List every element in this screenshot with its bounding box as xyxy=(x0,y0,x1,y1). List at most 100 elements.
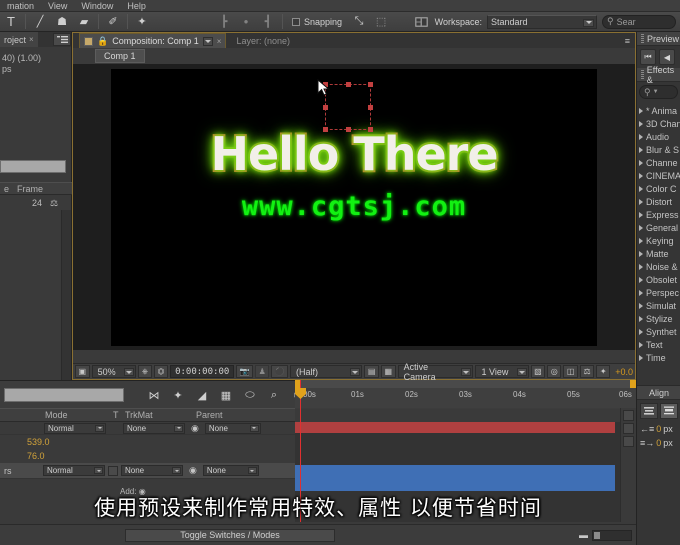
effects-category-item[interactable]: Matte xyxy=(637,247,680,260)
effects-category-item[interactable]: Blur & S xyxy=(637,143,680,156)
composition-canvas[interactable]: Hello There www.cgtsj.com xyxy=(111,68,597,346)
menu-item-help[interactable]: Help xyxy=(120,0,153,12)
snapping-toggle[interactable]: Snapping xyxy=(286,17,348,27)
panel-menu-button[interactable] xyxy=(53,33,71,46)
exposure-reset-button[interactable]: ✦ xyxy=(596,365,611,378)
layer-track-bar[interactable] xyxy=(295,422,615,433)
chevron-down-icon[interactable] xyxy=(202,36,213,46)
grid-guides-button[interactable]: ⎈ xyxy=(137,365,152,378)
camera-select[interactable]: Active Camera xyxy=(397,362,474,382)
resize-handle[interactable] xyxy=(346,81,351,87)
tab-project[interactable]: roject × xyxy=(0,32,38,47)
parent-pickwhip-icon[interactable]: ◉ xyxy=(188,423,202,434)
align-right-icon[interactable]: ┫ xyxy=(257,12,279,31)
scale-icon[interactable]: ⤡ xyxy=(348,12,370,31)
effects-category-item[interactable]: Stylize xyxy=(637,312,680,325)
disclosure-triangle-icon[interactable] xyxy=(639,224,643,231)
effects-category-item[interactable]: Channe xyxy=(637,156,680,169)
disclosure-triangle-icon[interactable] xyxy=(639,146,643,153)
column-frame[interactable]: Frame xyxy=(13,184,47,194)
chevron-down-icon[interactable] xyxy=(249,424,259,432)
transparency-grid-button[interactable]: ▤ xyxy=(364,365,379,378)
effects-category-item[interactable]: Time xyxy=(637,351,680,364)
effects-category-item[interactable]: Keying xyxy=(637,234,680,247)
effects-category-item[interactable]: Distort xyxy=(637,195,680,208)
graph-editor-icon[interactable]: ◢ xyxy=(192,385,212,405)
distribute-vertical-button[interactable] xyxy=(660,403,678,419)
property-row[interactable]: 539.0 xyxy=(0,435,295,449)
puppet-pin-tool-icon[interactable]: ✦ xyxy=(131,12,153,31)
chevron-down-icon[interactable] xyxy=(172,467,181,474)
work-area-end-handle[interactable] xyxy=(630,380,636,388)
disclosure-triangle-icon[interactable] xyxy=(639,289,643,296)
fast-preview-button[interactable]: ◎ xyxy=(547,365,562,378)
align-x-value[interactable]: 0 xyxy=(656,424,661,434)
property-value[interactable]: 539.0 xyxy=(2,437,50,447)
resize-handle[interactable] xyxy=(368,81,373,87)
show-snapshot-button[interactable]: ♟ xyxy=(255,365,270,378)
disclosure-triangle-icon[interactable] xyxy=(639,302,643,309)
composition-panel-menu[interactable]: ≡ xyxy=(625,36,635,46)
layer-trkmat-select[interactable]: None xyxy=(123,422,185,434)
table-row[interactable]: Normal None ◉ None xyxy=(0,422,295,435)
project-scrollbar[interactable] xyxy=(61,210,71,400)
chevron-down-icon[interactable] xyxy=(174,424,183,432)
roto-brush-tool-icon[interactable]: ✐ xyxy=(102,12,124,31)
effects-category-item[interactable]: Color C xyxy=(637,182,680,195)
disclosure-triangle-icon[interactable] xyxy=(639,250,643,257)
disclosure-triangle-icon[interactable] xyxy=(639,276,643,283)
disclosure-triangle-icon[interactable] xyxy=(639,315,643,322)
effects-category-item[interactable]: General xyxy=(637,221,680,234)
layer-mode-select[interactable]: Normal xyxy=(44,422,106,434)
menu-item-animation[interactable]: mation xyxy=(0,0,41,12)
timeline-search-input[interactable] xyxy=(4,388,124,402)
disclosure-triangle-icon[interactable] xyxy=(639,159,643,166)
chevron-down-icon[interactable] xyxy=(95,424,104,432)
disclosure-triangle-icon[interactable] xyxy=(639,354,643,361)
effects-category-item[interactable]: Synthet xyxy=(637,325,680,338)
chevron-down-icon[interactable] xyxy=(247,467,257,474)
tab-preview[interactable]: Preview xyxy=(637,32,680,46)
align-y-value[interactable]: 0 xyxy=(656,438,661,448)
search-timeline-icon[interactable]: ⌕ xyxy=(264,385,284,405)
resize-handle[interactable] xyxy=(368,126,373,132)
effects-category-item[interactable]: Audio xyxy=(637,130,680,143)
zoom-out-icon[interactable]: ▬ xyxy=(579,530,588,540)
work-area-bar[interactable] xyxy=(295,380,636,388)
close-icon[interactable]: × xyxy=(29,35,34,44)
layer-mode-select[interactable]: Normal xyxy=(43,465,105,476)
layer-switch-button[interactable] xyxy=(623,423,634,434)
table-row[interactable]: rs Normal None ◉ None xyxy=(0,463,295,479)
always-preview-button[interactable]: ▣ xyxy=(75,365,90,378)
type-tool-icon[interactable]: T xyxy=(0,12,22,31)
tab-layer-none[interactable]: Layer: (none) xyxy=(226,33,300,48)
tab-effects-and-presets[interactable]: Effects & xyxy=(637,65,680,85)
current-timecode[interactable]: 0:00:00:00 xyxy=(170,365,235,378)
region-of-interest-button[interactable]: ⏣ xyxy=(153,365,169,378)
column-parent[interactable]: Parent xyxy=(196,410,223,420)
column-mode[interactable]: Mode xyxy=(45,410,68,420)
column-t[interactable]: T xyxy=(113,410,119,420)
layer-switch-button[interactable] xyxy=(623,436,634,447)
resize-handle[interactable] xyxy=(323,126,328,132)
resolution-select[interactable]: (Half) xyxy=(290,365,363,378)
first-frame-button[interactable]: ⏮ xyxy=(640,49,656,65)
chevron-down-icon[interactable] xyxy=(123,368,134,376)
menu-item-window[interactable]: Window xyxy=(74,0,120,12)
chevron-down-icon[interactable] xyxy=(516,368,527,376)
project-item-row[interactable]: 24 ⚖ xyxy=(0,196,72,210)
lock-icon[interactable]: 🔒 xyxy=(97,36,108,47)
zoom-select[interactable]: 50% xyxy=(91,365,136,378)
snapshot-button[interactable]: 📷 xyxy=(236,365,253,378)
timeline-ruler[interactable]: 00s 01s 02s 03s 04s 05s 06s xyxy=(295,380,636,408)
project-search-field[interactable] xyxy=(0,160,66,173)
layer-trkmat-select[interactable]: None xyxy=(121,465,183,476)
effects-category-item[interactable]: CINEMA xyxy=(637,169,680,182)
slider-thumb[interactable] xyxy=(594,531,600,539)
timeline-link-button[interactable]: ◫ xyxy=(563,365,578,378)
timeline-zoom-slider[interactable] xyxy=(592,529,632,541)
folder-icon[interactable]: ⚖ xyxy=(42,198,58,209)
chevron-down-icon[interactable] xyxy=(461,368,472,376)
disclosure-triangle-icon[interactable] xyxy=(639,185,643,192)
menu-item-view[interactable]: View xyxy=(41,0,74,12)
